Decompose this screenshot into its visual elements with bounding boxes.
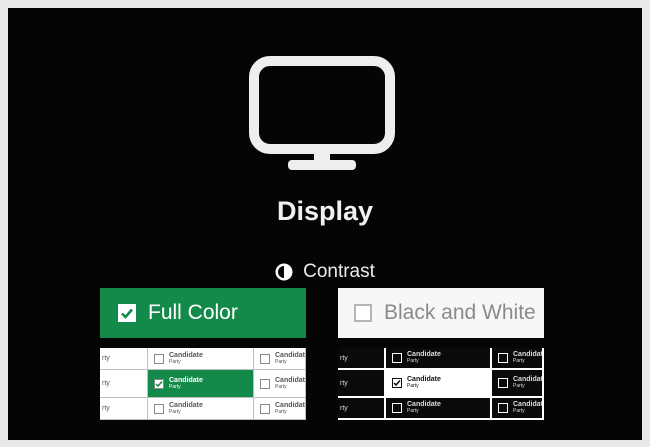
page-title: Display [276,196,374,226]
preview-party-cell: rty [100,348,148,370]
preview-candidate-cell: Candidate Party [254,398,306,420]
preview-party-cell: rty [100,370,148,398]
full-color-option[interactable]: Full Color [100,288,306,338]
black-and-white-label: Black and White [384,301,536,324]
contrast-label: Contrast [303,261,375,282]
preview-candidate-cell: Candidate Party [386,398,492,420]
preview-party-cell: rty [100,398,148,420]
checkmark-icon [121,308,133,319]
kiosk-screen: Display Contrast Full Color Black and Wh… [8,8,642,440]
preview-selected-cell: Candidate Party [386,370,492,398]
black-and-white-preview: rty Candidate Party Candidate Party rty Ca… [338,348,544,420]
preview-candidate-cell: Candidate Party [148,348,254,370]
preview-candidate-cell: Candidate Party [492,398,544,420]
preview-party-cell: rty [338,370,386,398]
full-color-label: Full Color [148,301,238,324]
monitor-icon [249,56,395,170]
black-and-white-checkbox[interactable] [354,304,372,322]
contrast-heading: Contrast [8,261,642,283]
black-and-white-option[interactable]: Black and White [338,288,544,338]
preview-candidate-cell: Candidate Party [148,398,254,420]
preview-candidate-cell: Candidate Party [492,370,544,398]
preview-party-cell: rty [338,348,386,370]
preview-candidate-cell: Candidate Party [492,348,544,370]
full-color-checkbox[interactable] [118,304,136,322]
preview-candidate-cell: Candidate Party [254,348,306,370]
preview-selected-cell: Candidate Party [148,370,254,398]
contrast-icon [275,263,293,281]
preview-candidate-cell: Candidate Party [386,348,492,370]
full-color-preview: rty Candidate Party Candidate Party rty Ca… [100,348,306,420]
preview-party-cell: rty [338,398,386,420]
preview-candidate-cell: Candidate Party [254,370,306,398]
